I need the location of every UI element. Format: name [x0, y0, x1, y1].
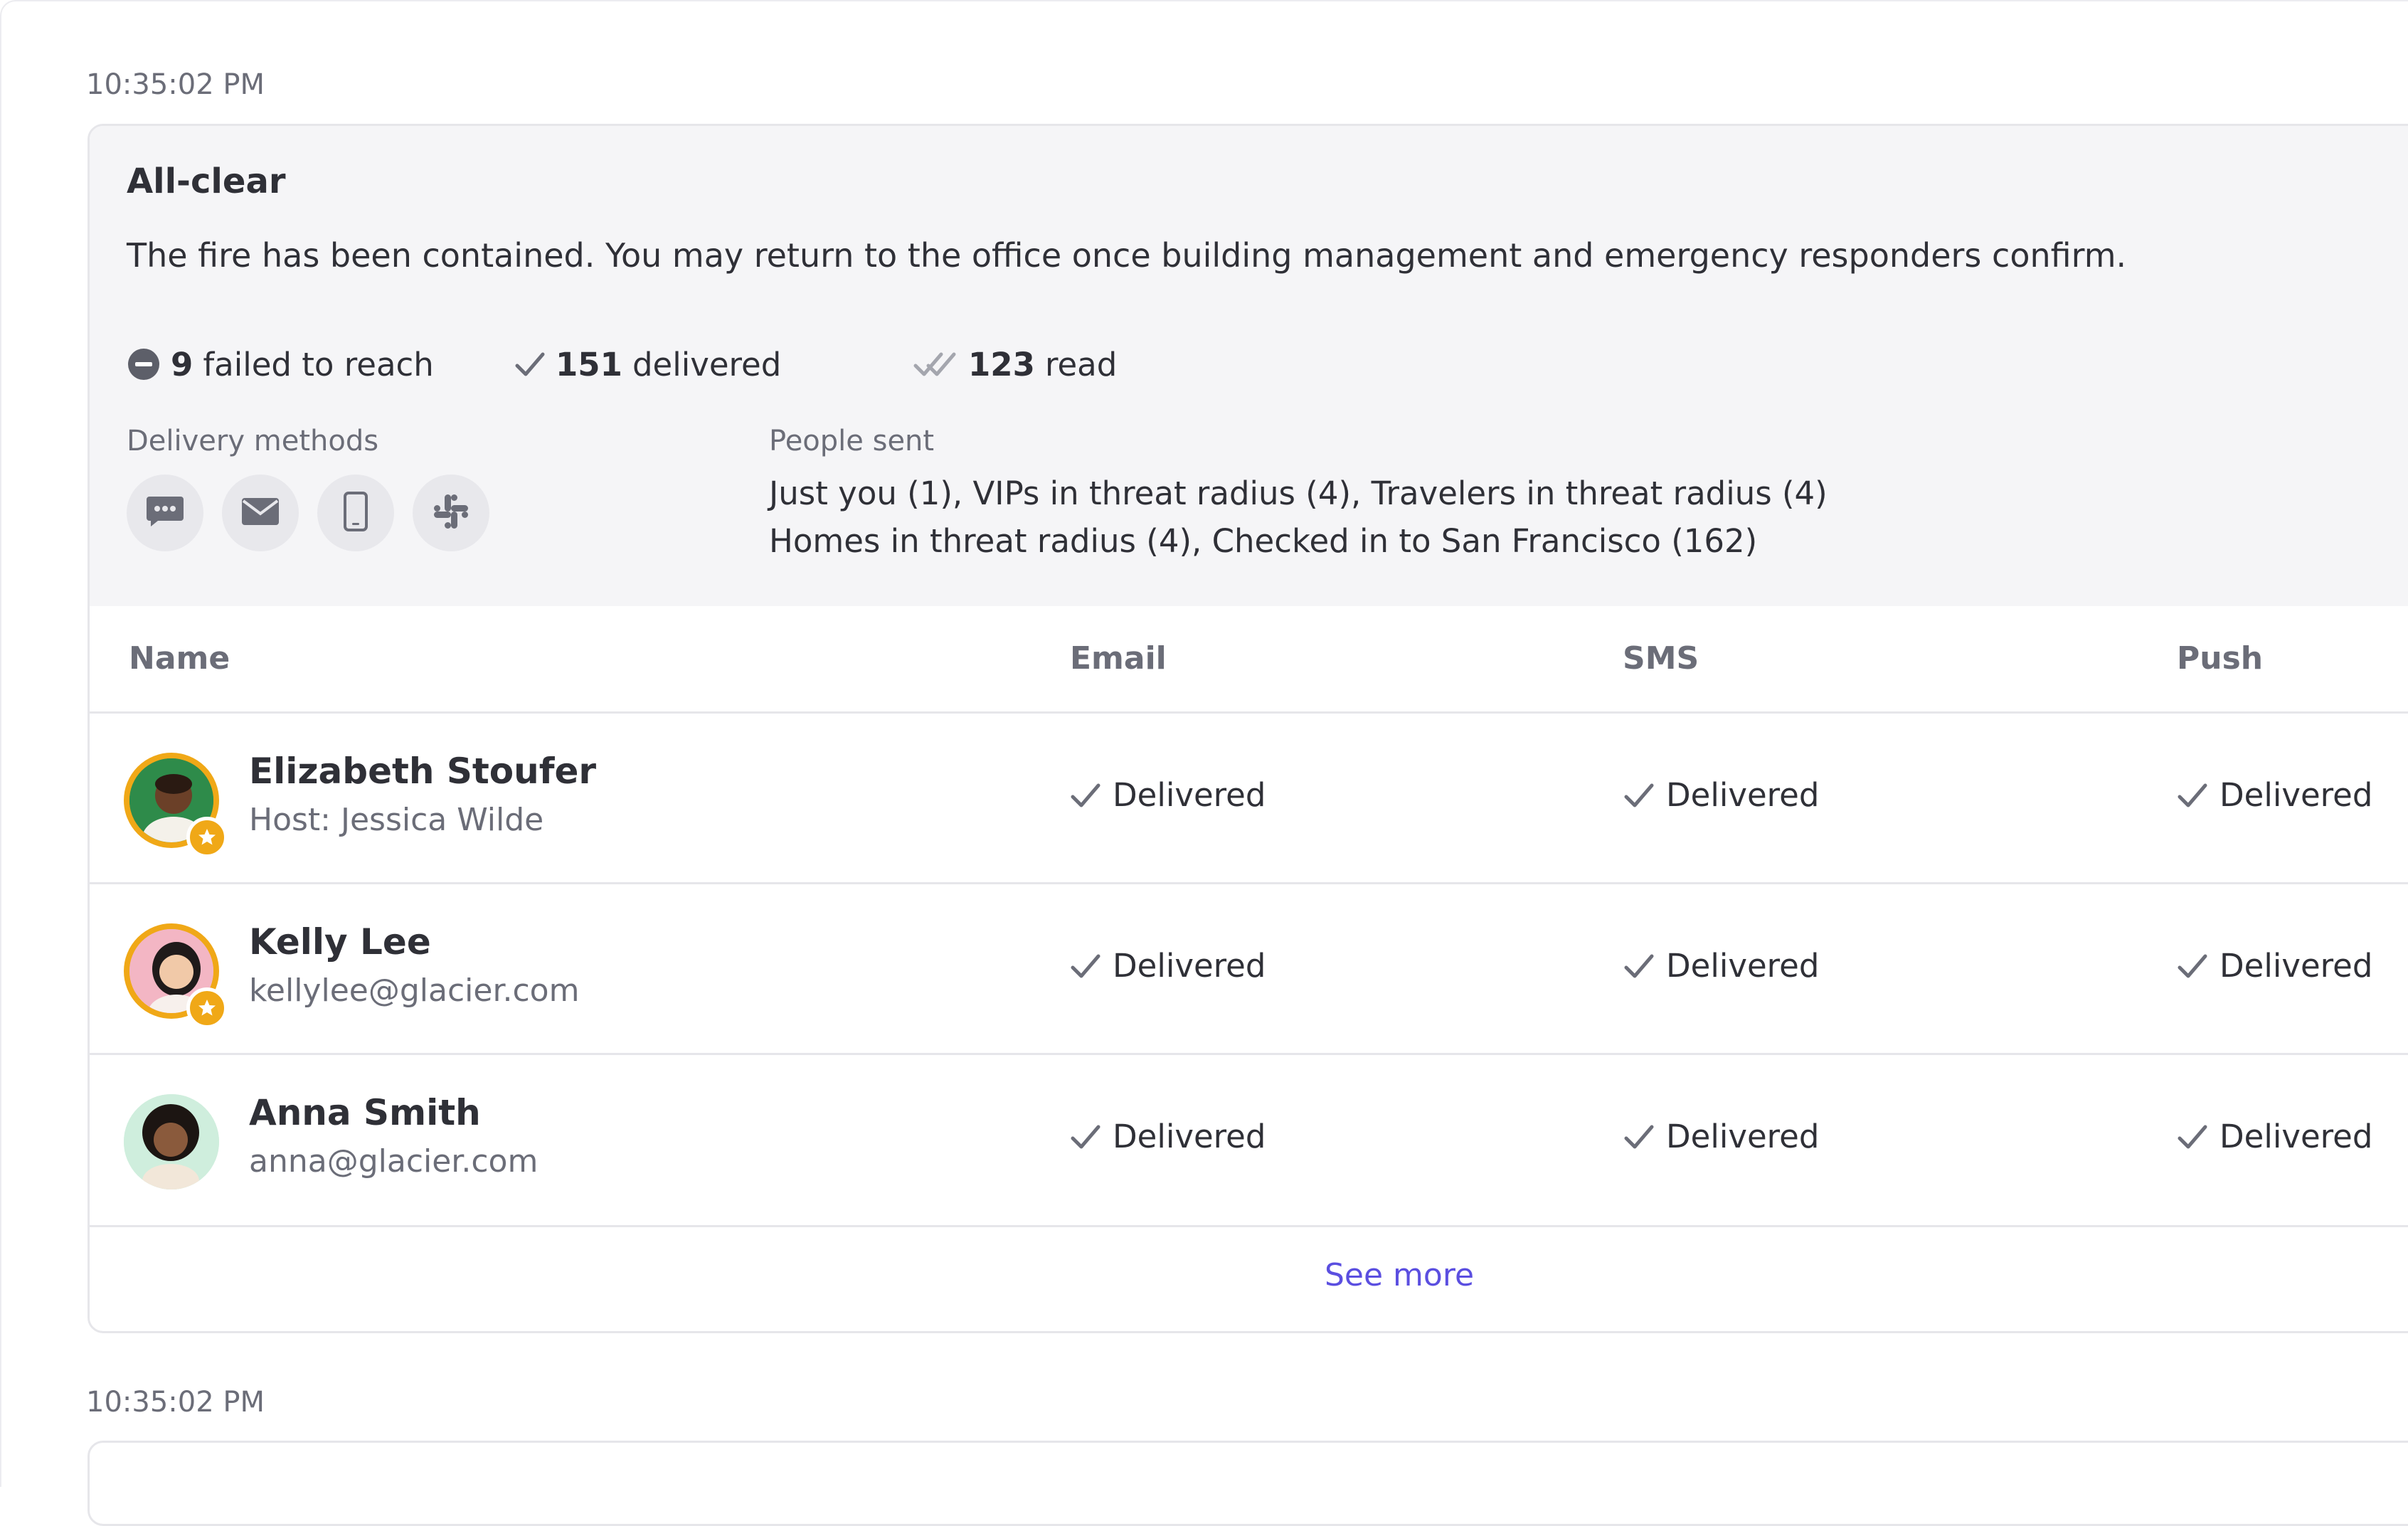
email-status: Delivered — [1070, 1118, 1266, 1155]
failed-icon — [127, 347, 161, 381]
push-status: Delivered — [2177, 1118, 2372, 1155]
push-status: Delivered — [2177, 776, 2372, 814]
check-icon — [1070, 952, 1101, 980]
slack-method[interactable] — [413, 475, 489, 551]
entry-timestamp: 10:35:02 PM — [86, 68, 265, 101]
check-icon — [1623, 1123, 1655, 1151]
table-row[interactable]: Elizabeth Stoufer Host: Jessica Wilde De… — [90, 711, 2408, 882]
sms-icon — [145, 494, 185, 532]
mobile-push-icon — [343, 492, 368, 534]
sms-status: Delivered — [1623, 1118, 1819, 1155]
avatar — [124, 923, 228, 1029]
push-status-label: Delivered — [2219, 1118, 2373, 1155]
read-label: read — [1044, 345, 1118, 383]
check-icon — [1070, 781, 1101, 810]
vip-star-icon — [186, 817, 228, 858]
push-status-label: Delivered — [2219, 947, 2373, 985]
person-name[interactable]: Anna Smith — [249, 1092, 481, 1133]
double-check-icon — [913, 350, 958, 378]
check-icon — [514, 350, 546, 378]
person-subtitle: Host: Jessica Wilde — [249, 802, 544, 838]
check-icon — [2177, 1123, 2208, 1151]
sms-method[interactable] — [127, 475, 203, 551]
push-method[interactable] — [317, 475, 394, 551]
people-sent-line: Just you (1), VIPs in threat radius (4),… — [769, 475, 1828, 512]
sms-status-label: Delivered — [1666, 776, 1820, 814]
delivered-label: delivered — [632, 345, 782, 383]
email-status: Delivered — [1070, 776, 1266, 814]
push-status-label: Delivered — [2219, 776, 2373, 814]
person-subtitle: anna@glacier.com — [249, 1143, 539, 1180]
sms-status-label: Delivered — [1666, 947, 1820, 985]
sms-status: Delivered — [1623, 776, 1819, 814]
read-count: 123 — [968, 345, 1035, 383]
person-name[interactable]: Elizabeth Stoufer — [249, 751, 596, 792]
notification-summary: All-clear The fire has been contained. Y… — [90, 126, 2408, 606]
sms-status: Delivered — [1623, 947, 1819, 985]
email-status-label: Delivered — [1113, 776, 1266, 814]
delivery-methods-label: Delivery methods — [127, 425, 379, 457]
failed-count: 9 — [171, 345, 193, 383]
delivery-methods — [127, 475, 508, 551]
email-status: Delivered — [1070, 947, 1266, 985]
notification-message: The fire has been contained. You may ret… — [127, 236, 2127, 275]
sms-status-label: Delivered — [1666, 1118, 1820, 1155]
notification-card: All-clear The fire has been contained. Y… — [87, 124, 2408, 1333]
check-icon — [1623, 781, 1655, 810]
person-name[interactable]: Kelly Lee — [249, 921, 431, 963]
table-row[interactable]: Kelly Lee kellylee@glacier.com Delivered… — [90, 882, 2408, 1053]
email-icon — [240, 497, 280, 529]
see-more-row: See more — [90, 1225, 2408, 1331]
check-icon — [1070, 1123, 1101, 1151]
read-stat: 123 read — [913, 343, 1117, 386]
email-method[interactable] — [222, 475, 299, 551]
slack-icon — [432, 492, 470, 534]
entry-timestamp: 10:35:02 PM — [86, 1386, 265, 1419]
notification-title: All-clear — [127, 161, 286, 201]
column-header-push[interactable]: Push — [2177, 606, 2263, 711]
failed-stat: 9 failed to reach — [127, 343, 434, 386]
check-icon — [2177, 952, 2208, 980]
push-status: Delivered — [2177, 947, 2372, 985]
check-icon — [1623, 952, 1655, 980]
vip-star-icon — [186, 987, 228, 1029]
check-icon — [2177, 781, 2208, 810]
delivered-stat: 151 delivered — [514, 343, 781, 386]
email-status-label: Delivered — [1113, 947, 1266, 985]
people-sent-label: People sent — [769, 425, 935, 457]
table-header: Name Email SMS Push — [90, 606, 2408, 711]
avatar — [124, 1094, 219, 1189]
people-sent-line: Homes in threat radius (4), Checked in t… — [769, 522, 1758, 560]
email-status-label: Delivered — [1113, 1118, 1266, 1155]
column-header-email[interactable]: Email — [1070, 606, 1167, 711]
column-header-name[interactable]: Name — [129, 606, 230, 711]
see-more-link[interactable]: See more — [1325, 1257, 1474, 1293]
person-subtitle: kellylee@glacier.com — [249, 973, 580, 1009]
failed-label: failed to reach — [203, 345, 434, 383]
column-header-sms[interactable]: SMS — [1623, 606, 1699, 711]
delivered-count: 151 — [556, 345, 622, 383]
table-row[interactable]: Anna Smith anna@glacier.com Delivered De… — [90, 1053, 2408, 1224]
avatar — [124, 753, 228, 858]
notification-card — [87, 1441, 2408, 1526]
